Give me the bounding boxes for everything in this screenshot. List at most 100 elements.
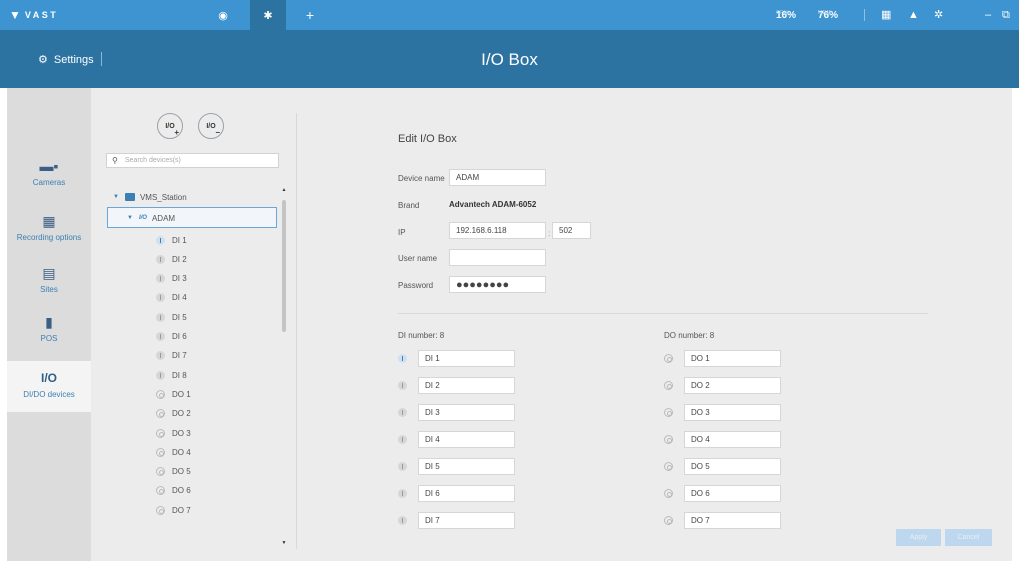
tree-io-item[interactable]: DI 1: [156, 233, 187, 247]
tree-station-label: VMS_Station: [139, 192, 187, 202]
tree-station[interactable]: ▼ VMS_Station: [113, 190, 187, 204]
tree-io-item[interactable]: DO 2: [156, 407, 191, 421]
digital-input-icon: [398, 462, 407, 471]
sidebar-item-recording-options[interactable]: ▦ Recording options: [7, 213, 91, 245]
do-row: DO 4: [664, 431, 781, 448]
remove-io-box-button[interactable]: I/O −: [198, 113, 224, 139]
tree-io-item[interactable]: DI 5: [156, 310, 187, 324]
scroll-down-icon[interactable]: ▼: [281, 540, 287, 546]
do-name-field[interactable]: DO 2: [684, 377, 781, 394]
port-separator: :: [548, 229, 551, 238]
plus-icon: +: [305, 7, 315, 23]
di-name-field[interactable]: DI 5: [418, 458, 515, 475]
cancel-button[interactable]: Cancel: [945, 529, 992, 546]
grid-icon[interactable]: ▦: [881, 8, 891, 22]
di-name-field[interactable]: DI 2: [418, 377, 515, 394]
do-row: DO 1: [664, 350, 781, 367]
digital-input-icon: [398, 516, 407, 525]
tree-io-item-label: DO 7: [172, 505, 191, 515]
digital-output-icon: [664, 381, 673, 390]
minus-icon: −: [215, 128, 220, 137]
digital-output-icon: [156, 389, 165, 399]
di-name-field[interactable]: DI 1: [418, 350, 515, 367]
app-logo-text: VAST: [24, 10, 59, 20]
do-name-field[interactable]: DO 3: [684, 404, 781, 421]
bell-icon[interactable]: ▲: [908, 8, 919, 22]
tree-io-item-label: DI 2: [172, 254, 187, 264]
tree-io-item-label: DO 5: [172, 467, 191, 477]
tree-io-item[interactable]: DO 3: [156, 426, 191, 440]
do-name-field[interactable]: DO 6: [684, 485, 781, 502]
settings-icon[interactable]: ✲: [934, 8, 943, 22]
chevron-down-icon[interactable]: ▼: [127, 215, 133, 221]
brand-label: Brand: [398, 201, 420, 210]
tree-io-item[interactable]: DO 7: [156, 503, 191, 517]
sidebar-item-label: POS: [40, 334, 58, 343]
do-row: DO 6: [664, 485, 781, 502]
tree-io-item[interactable]: DI 7: [156, 349, 187, 363]
scroll-up-icon[interactable]: ▲: [281, 187, 287, 193]
apply-button[interactable]: Apply: [896, 529, 941, 546]
digital-output-icon: [664, 408, 673, 417]
tree-io-item[interactable]: DO 1: [156, 387, 191, 401]
di-name-field[interactable]: DI 7: [418, 512, 515, 529]
calendar-icon: ▦: [42, 213, 56, 229]
do-name-field[interactable]: DO 1: [684, 350, 781, 367]
digital-input-icon: [156, 351, 165, 361]
di-row: DI 7: [398, 512, 515, 529]
di-row: DI 6: [398, 485, 515, 502]
tree-io-item[interactable]: DI 3: [156, 272, 187, 286]
digital-output-icon: [664, 462, 673, 471]
sidebar-item-label: Recording options: [16, 233, 82, 242]
sidebar-item-pos[interactable]: ▮ POS: [7, 314, 91, 348]
tree-io-item[interactable]: DI 6: [156, 330, 187, 344]
port-field[interactable]: 502: [552, 222, 591, 239]
di-name-field[interactable]: DI 4: [418, 431, 515, 448]
remove-io-box-button-text: I/O: [206, 122, 216, 130]
search-input[interactable]: ⚲ Search devices(s): [106, 153, 279, 168]
tree-io-item[interactable]: DO 6: [156, 484, 191, 498]
do-name-field[interactable]: DO 5: [684, 458, 781, 475]
di-name-field[interactable]: DI 3: [418, 404, 515, 421]
di-row: DI 4: [398, 431, 515, 448]
tree-io-item[interactable]: DI 2: [156, 252, 187, 266]
do-name-field[interactable]: DO 4: [684, 431, 781, 448]
scroll-thumb[interactable]: [282, 200, 286, 332]
digital-output-icon: [664, 354, 673, 363]
restore-icon[interactable]: ⧉: [1002, 8, 1010, 22]
form-title: Edit I/O Box: [398, 133, 457, 145]
password-label: Password: [398, 281, 434, 290]
digital-input-icon: [398, 435, 407, 444]
di-number-label: DI number: 8: [398, 331, 445, 340]
tree-device[interactable]: ▼ I/O ADAM: [127, 211, 175, 225]
tab-liveview[interactable]: ◉: [205, 0, 241, 30]
sidebar-item-io-devices[interactable]: I/O DI/DO devices: [7, 361, 91, 412]
add-io-box-button[interactable]: I/O +: [157, 113, 183, 139]
sidebar-item-sites[interactable]: ▤ Sites: [7, 265, 91, 297]
io-icon: I/O: [40, 371, 57, 385]
di-name-field[interactable]: DI 6: [418, 485, 515, 502]
title-bar: ▼ VAST ◉ ✱ + CPU 16% MEM 76% ▦ ▲ ✲ – ⧉: [0, 0, 1019, 30]
tree-io-item[interactable]: DO 5: [156, 465, 191, 479]
device-name-field[interactable]: ADAM: [449, 169, 546, 186]
tree-io-item[interactable]: DO 4: [156, 445, 191, 459]
tree-scrollbar[interactable]: ▲ ▼: [281, 187, 287, 551]
sidebar-item-cameras[interactable]: ▬▪ Cameras: [7, 158, 91, 188]
digital-input-icon: [398, 381, 407, 390]
tree-io-item-label: DO 1: [172, 389, 191, 399]
tree-io-item[interactable]: DI 4: [156, 291, 187, 305]
tree-io-item-label: DO 2: [172, 409, 191, 419]
chevron-down-icon[interactable]: ▼: [113, 194, 119, 200]
tree-io-item-label: DI 3: [172, 274, 187, 284]
username-label: User name: [398, 254, 438, 263]
tab-settings[interactable]: ✱: [250, 0, 286, 30]
password-field[interactable]: ●●●●●●●●: [449, 276, 546, 293]
di-row: DI 3: [398, 404, 515, 421]
do-name-field[interactable]: DO 7: [684, 512, 781, 529]
add-tab-button[interactable]: +: [300, 0, 320, 30]
username-field[interactable]: [449, 249, 546, 266]
tree-io-item[interactable]: DI 8: [156, 368, 187, 382]
ip-field[interactable]: 192.168.6.118: [449, 222, 546, 239]
minimize-icon[interactable]: –: [985, 8, 991, 22]
panel-divider: [296, 113, 297, 549]
